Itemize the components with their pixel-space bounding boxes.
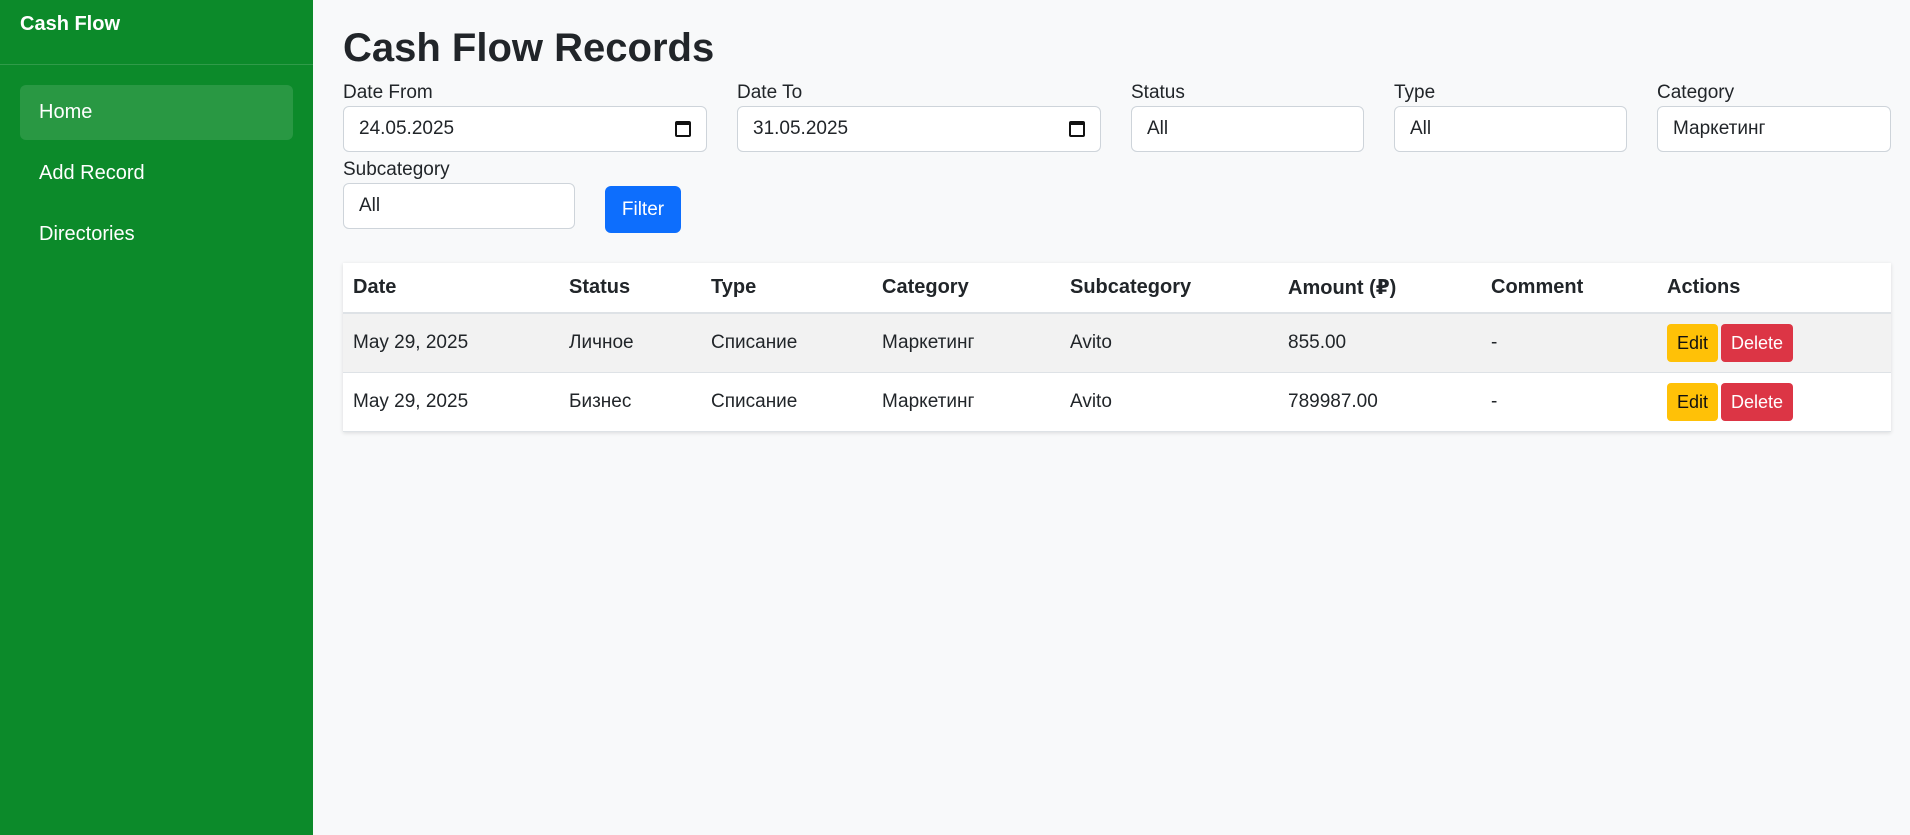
table-header-row: Date Status Type Category Subcategory Am…	[343, 263, 1891, 314]
date-from-value: 24.05.2025	[359, 118, 455, 139]
col-date: Date	[343, 263, 559, 314]
type-label: Type	[1394, 82, 1436, 103]
cell-amount: 789987.00	[1278, 372, 1481, 432]
delete-button[interactable]: Delete	[1721, 382, 1794, 421]
filter-status: Status All	[1131, 80, 1364, 152]
filter-category: Category Маркетинг	[1657, 80, 1891, 152]
filter-type: Type All	[1394, 80, 1627, 152]
cell-category: Маркетинг	[872, 313, 1060, 373]
type-select[interactable]: All	[1394, 106, 1627, 152]
filter-date-to: Date To 31.05.2025	[737, 80, 1101, 152]
cell-category: Маркетинг	[872, 372, 1060, 432]
col-subcategory: Subcategory	[1060, 263, 1278, 314]
sidebar-item-home[interactable]: Home	[20, 85, 293, 140]
cell-date: May 29, 2025	[343, 372, 559, 432]
calendar-icon[interactable]	[1069, 121, 1085, 137]
date-from-input[interactable]: 24.05.2025	[343, 106, 707, 152]
sidebar-nav: Home Add Record Directories	[0, 65, 313, 262]
subcategory-select[interactable]: All	[343, 183, 575, 229]
cell-type: Списание	[701, 372, 872, 432]
page-title: Cash Flow Records	[343, 26, 715, 70]
brand-title[interactable]: Cash Flow	[0, 0, 313, 65]
cell-date: May 29, 2025	[343, 313, 559, 373]
cell-comment: -	[1481, 372, 1657, 432]
date-from-label: Date From	[343, 82, 433, 103]
filter-button[interactable]: Filter	[605, 186, 681, 233]
cell-amount: 855.00	[1278, 313, 1481, 373]
category-label: Category	[1657, 82, 1735, 103]
type-value: All	[1410, 118, 1432, 139]
category-select[interactable]: Маркетинг	[1657, 106, 1891, 152]
date-to-value: 31.05.2025	[753, 118, 849, 139]
cell-status: Бизнес	[559, 372, 701, 432]
cell-subcategory: Avito	[1060, 372, 1278, 432]
delete-button[interactable]: Delete	[1721, 323, 1794, 362]
cell-type: Списание	[701, 313, 872, 373]
status-value: All	[1147, 118, 1169, 139]
date-to-input[interactable]: 31.05.2025	[737, 106, 1101, 152]
filter-date-from: Date From 24.05.2025	[343, 80, 707, 152]
col-comment: Comment	[1481, 263, 1657, 314]
records-table: Date Status Type Category Subcategory Am…	[343, 263, 1891, 432]
subcategory-value: All	[359, 195, 381, 216]
col-status: Status	[559, 263, 701, 314]
edit-button[interactable]: Edit	[1667, 382, 1719, 421]
table-row: May 29, 2025 Личное Списание Маркетинг A…	[343, 313, 1891, 373]
sidebar-item-add-record[interactable]: Add Record	[20, 146, 293, 201]
col-type: Type	[701, 263, 872, 314]
cell-comment: -	[1481, 313, 1657, 373]
filter-form: Date From 24.05.2025 Date To 31.05.2025 …	[343, 72, 1891, 252]
category-value: Маркетинг	[1673, 118, 1766, 139]
status-label: Status	[1131, 82, 1185, 103]
edit-button[interactable]: Edit	[1667, 323, 1719, 362]
calendar-icon[interactable]	[675, 121, 691, 137]
cell-actions: Edit Delete	[1657, 313, 1891, 373]
status-select[interactable]: All	[1131, 106, 1364, 152]
col-amount: Amount (₽)	[1278, 263, 1481, 314]
records-table-card: Date Status Type Category Subcategory Am…	[343, 263, 1891, 432]
sidebar-item-directories[interactable]: Directories	[20, 207, 293, 262]
subcategory-label: Subcategory	[343, 159, 450, 180]
table-row: May 29, 2025 Бизнес Списание Маркетинг A…	[343, 372, 1891, 432]
cell-subcategory: Avito	[1060, 313, 1278, 373]
cell-actions: Edit Delete	[1657, 372, 1891, 432]
date-to-label: Date To	[737, 82, 803, 103]
col-category: Category	[872, 263, 1060, 314]
main-content: Cash Flow Records Date From 24.05.2025 D…	[343, 0, 1891, 432]
sidebar: Cash Flow Home Add Record Directories	[0, 0, 313, 835]
cell-status: Личное	[559, 313, 701, 373]
filter-subcategory: Subcategory All	[343, 157, 575, 229]
col-actions: Actions	[1657, 263, 1891, 314]
